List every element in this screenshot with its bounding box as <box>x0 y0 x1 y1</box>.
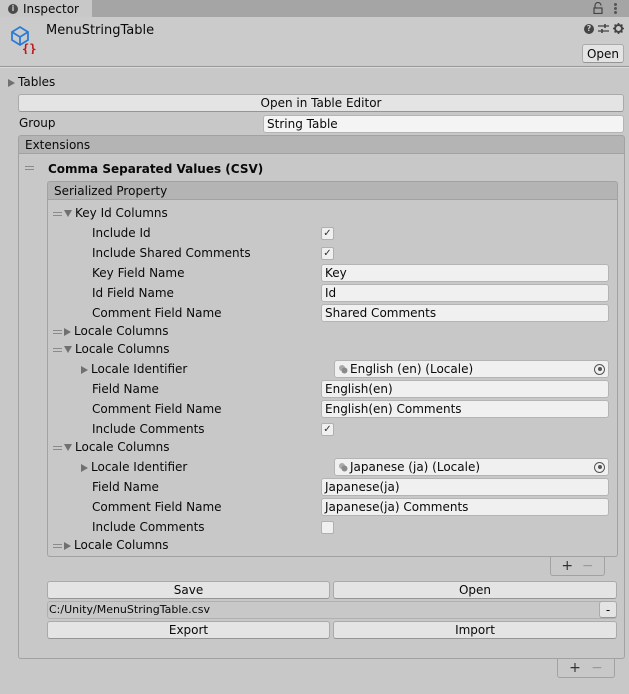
gear-icon[interactable] <box>613 23 624 34</box>
comment-field-name-input[interactable]: Shared Comments <box>321 304 609 322</box>
include-comments-label: Include Comments <box>92 520 205 534</box>
add-extension-button[interactable]: + <box>569 660 581 676</box>
clear-path-button[interactable]: - <box>599 601 617 618</box>
locale-object-icon <box>339 463 348 472</box>
open-button[interactable]: Open <box>582 44 624 63</box>
include-id-checkbox[interactable]: ✓ <box>321 227 334 240</box>
foldout-arrow-icon <box>64 346 72 353</box>
presets-icon[interactable] <box>598 23 609 34</box>
object-picker-icon[interactable] <box>594 461 605 473</box>
include-comments-checkbox[interactable]: ✓ <box>321 423 334 436</box>
export-button[interactable]: Export <box>47 621 330 639</box>
id-field-name-label: Id Field Name <box>92 286 174 300</box>
comment-field-name-input[interactable]: Japanese(ja) Comments <box>321 498 609 516</box>
key-id-columns-foldout[interactable]: Key Id Columns <box>53 206 168 220</box>
include-comments-label: Include Comments <box>92 422 205 436</box>
open-in-table-editor-button[interactable]: Open in Table Editor <box>18 94 624 112</box>
extensions-list-footer: + − <box>557 659 615 678</box>
locale-columns-foldout[interactable]: Locale Columns <box>53 342 170 356</box>
svg-text:{}: {} <box>22 42 36 54</box>
save-button[interactable]: Save <box>47 581 330 599</box>
locale-columns-foldout[interactable]: Locale Columns <box>53 324 169 338</box>
locale-columns-foldout[interactable]: Locale Columns <box>53 440 170 454</box>
field-name-label: Field Name <box>92 480 159 494</box>
locale-object-icon <box>339 365 348 374</box>
key-field-name-label: Key Field Name <box>92 266 185 280</box>
open-csv-button[interactable]: Open <box>333 581 617 599</box>
include-id-label: Include Id <box>92 226 151 240</box>
header-icons: ? <box>584 23 624 34</box>
string-table-asset-icon: {} <box>11 25 36 54</box>
header-divider <box>0 66 629 68</box>
file-path-label: C:/Unity/MenuStringTable.csv <box>49 603 210 616</box>
group-label: Group <box>19 116 56 130</box>
drag-handle-icon[interactable] <box>53 347 62 352</box>
tables-label: Tables <box>18 75 56 89</box>
drag-handle-icon[interactable] <box>25 166 34 170</box>
key-field-name-input[interactable]: Key <box>321 264 609 282</box>
comment-field-name-input[interactable]: English(en) Comments <box>321 400 609 418</box>
more-options-icon[interactable] <box>611 2 619 15</box>
tab-label: Inspector <box>23 1 79 16</box>
foldout-label: Locale Columns <box>74 324 169 338</box>
drag-handle-icon[interactable] <box>53 329 62 334</box>
comment-field-name-label: Comment Field Name <box>92 402 222 416</box>
foldout-arrow-icon <box>8 78 15 87</box>
foldout-arrow-icon <box>64 327 71 336</box>
lock-icon[interactable] <box>592 2 604 14</box>
csv-extension-title: Comma Separated Values (CSV) <box>48 162 264 176</box>
locale-identifier-foldout[interactable]: Locale Identifier <box>81 362 187 376</box>
foldout-label: Locale Columns <box>75 342 170 356</box>
group-field[interactable]: String Table <box>263 115 624 133</box>
remove-extension-button[interactable]: − <box>591 660 603 676</box>
include-comments-checkbox[interactable] <box>321 521 334 534</box>
locale-identifier-value: Japanese (ja) (Locale) <box>350 460 481 474</box>
comment-field-name-label: Comment Field Name <box>92 500 222 514</box>
remove-column-button[interactable]: − <box>582 558 594 574</box>
tab-bar <box>0 0 629 17</box>
extensions-header: Extensions <box>18 135 625 154</box>
info-icon: i <box>8 3 18 14</box>
foldout-arrow-icon <box>81 463 88 472</box>
foldout-arrow-icon <box>64 444 72 451</box>
asset-title: MenuStringTable <box>46 23 155 38</box>
foldout-label: Locale Identifier <box>91 362 188 376</box>
tables-foldout[interactable]: Tables <box>8 75 55 89</box>
drag-handle-icon[interactable] <box>53 445 62 450</box>
include-shared-comments-checkbox[interactable]: ✓ <box>321 247 334 260</box>
add-column-button[interactable]: + <box>561 558 573 574</box>
serialized-property-header: Serialized Property <box>47 181 618 200</box>
comment-field-name-label: Comment Field Name <box>92 306 222 320</box>
foldout-label: Locale Columns <box>75 440 170 454</box>
foldout-arrow-icon <box>64 210 72 217</box>
id-field-name-input[interactable]: Id <box>321 284 609 302</box>
include-shared-comments-label: Include Shared Comments <box>92 246 251 260</box>
field-name-label: Field Name <box>92 382 159 396</box>
import-button[interactable]: Import <box>333 621 617 639</box>
drag-handle-icon[interactable] <box>53 211 62 216</box>
object-picker-icon[interactable] <box>594 363 605 375</box>
locale-identifier-field[interactable]: Japanese (ja) (Locale) <box>334 458 609 476</box>
foldout-label: Locale Identifier <box>91 460 188 474</box>
columns-list-footer: + − <box>550 557 605 576</box>
locale-identifier-field[interactable]: English (en) (Locale) <box>334 360 609 378</box>
drag-handle-icon[interactable] <box>53 543 62 548</box>
tab-inspector[interactable]: i Inspector <box>0 0 92 17</box>
foldout-arrow-icon <box>64 541 71 550</box>
field-name-input[interactable]: English(en) <box>321 380 609 398</box>
foldout-label: Locale Columns <box>74 538 169 552</box>
locale-identifier-value: English (en) (Locale) <box>350 362 474 376</box>
locale-identifier-foldout[interactable]: Locale Identifier <box>81 460 187 474</box>
foldout-label: Key Id Columns <box>75 206 168 220</box>
foldout-arrow-icon <box>81 365 88 374</box>
help-icon[interactable]: ? <box>584 23 594 34</box>
locale-columns-foldout[interactable]: Locale Columns <box>53 538 169 552</box>
field-name-input[interactable]: Japanese(ja) <box>321 478 609 496</box>
